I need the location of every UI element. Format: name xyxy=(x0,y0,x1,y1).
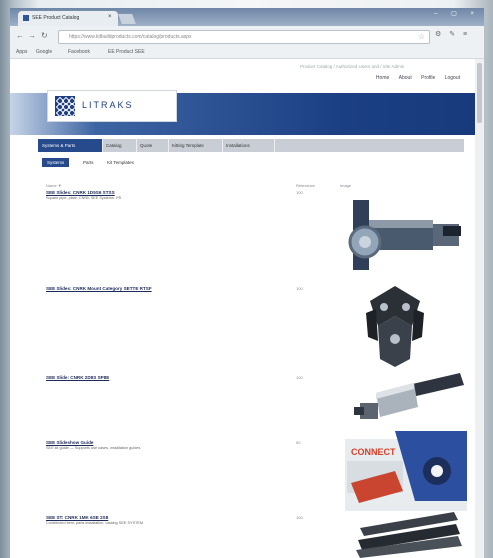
product-description: SEE kit guide — Supports use cases, inst… xyxy=(46,446,141,450)
extension-icons[interactable]: ⚙ ✎ ≡ xyxy=(435,30,470,38)
roller-shaft-icon[interactable] xyxy=(345,190,465,276)
web-page: Product Catalog / Authorized Users and /… xyxy=(10,59,484,558)
logo-mark-icon xyxy=(55,96,77,118)
site-tagline: Product Catalog / Authorized Users and /… xyxy=(300,64,405,69)
nav-about[interactable]: About xyxy=(399,75,412,81)
bookmark-product[interactable]: EE Product SEE xyxy=(108,49,145,55)
url-text: https://www.kitbuildproducts.com/catalog… xyxy=(69,34,192,40)
image-label: CONNECT xyxy=(351,447,396,457)
product-title-link[interactable]: SEE Slides: CNRK Mount Category SETTE RT… xyxy=(46,286,152,291)
nav-profile[interactable]: Profile xyxy=(421,75,435,81)
forward-icon[interactable]: → xyxy=(28,31,36,40)
product-relevance: 100 xyxy=(296,286,303,291)
utility-nav: Home About Profile Logout xyxy=(368,75,460,81)
product-title-link[interactable]: SEE Slides: CNRK 1D5S6 STSS xyxy=(46,190,115,195)
tab-systems-parts[interactable]: Systems & Parts xyxy=(38,139,103,152)
shaft-connector-icon[interactable] xyxy=(348,367,466,429)
browser-tab[interactable]: SEE Product Catalog × xyxy=(18,11,118,26)
site-logo[interactable]: LITRAKS xyxy=(47,90,177,122)
tab-title: SEE Product Catalog xyxy=(32,15,80,21)
scrollbar-thumb[interactable] xyxy=(477,63,482,123)
rail-profiles-icon[interactable] xyxy=(354,510,464,558)
browser-toolbar: ← → ↻ https://www.kitbuildproducts.com/c… xyxy=(10,26,484,47)
window-controls[interactable]: – ▢ × xyxy=(434,10,480,17)
nav-logout[interactable]: Logout xyxy=(445,75,460,81)
tab-catalog[interactable]: Catalog xyxy=(102,139,137,152)
column-header-name[interactable]: Name ▼ xyxy=(46,183,62,188)
tab-quote[interactable]: Quote xyxy=(136,139,169,152)
connect-kit-icon[interactable]: CONNECT xyxy=(345,431,467,511)
favicon-icon xyxy=(23,15,29,21)
column-header-relevance[interactable]: Relevance xyxy=(296,183,315,188)
bookmark-facebook[interactable]: Facebook xyxy=(68,49,90,55)
logo-text: LITRAKS xyxy=(82,100,134,110)
column-header-image: Image xyxy=(340,183,352,188)
nav-home[interactable]: Home xyxy=(376,75,389,81)
subtab-kit-templates[interactable]: Kit Templates xyxy=(102,158,139,167)
reload-icon[interactable]: ↻ xyxy=(41,31,48,40)
corner-bracket-icon[interactable] xyxy=(360,281,430,369)
product-title-link[interactable]: SEE ST: CNRK 1MK 6SE 2S8 xyxy=(46,515,108,520)
main-nav: Systems & Parts Catalog Quote Kitting Te… xyxy=(38,139,464,152)
tab-kitting-template[interactable]: Kitting Template xyxy=(168,139,223,152)
page-scrollbar[interactable] xyxy=(475,59,484,558)
subtab-parts[interactable]: Parts xyxy=(78,158,99,167)
subtab-systems[interactable]: Systems xyxy=(42,158,70,167)
product-relevance: 100 xyxy=(296,375,303,380)
browser-window: SEE Product Catalog × – ▢ × ← → ↻ https:… xyxy=(10,8,484,558)
product-description: Contributed item, parts installation, ca… xyxy=(46,521,144,525)
bookmark-google[interactable]: Google xyxy=(36,49,52,55)
product-relevance: 100 xyxy=(296,190,303,195)
tab-strip: SEE Product Catalog × – ▢ × xyxy=(10,8,484,26)
back-icon[interactable]: ← xyxy=(16,31,24,40)
bookmark-apps[interactable]: Apps xyxy=(16,49,27,55)
new-tab-button[interactable] xyxy=(118,14,136,24)
address-bar[interactable]: https://www.kitbuildproducts.com/catalog… xyxy=(58,30,430,44)
tab-installations[interactable]: Installations xyxy=(222,139,275,152)
close-tab-icon[interactable]: × xyxy=(108,14,112,20)
bookmarks-bar: Apps Google Facebook EE Product SEE xyxy=(10,46,484,59)
bookmark-star-icon[interactable]: ☆ xyxy=(418,32,425,41)
product-title-link[interactable]: SEE Slide: CNRK 2D8S SP8E xyxy=(46,375,109,380)
product-title-link[interactable]: SEE Slideshow Guide xyxy=(46,440,93,445)
product-relevance: 100 xyxy=(296,515,303,520)
product-relevance: 50 xyxy=(296,440,301,445)
product-description: Square pipe, plate, CNRK SEE Systems. PS xyxy=(46,196,122,200)
